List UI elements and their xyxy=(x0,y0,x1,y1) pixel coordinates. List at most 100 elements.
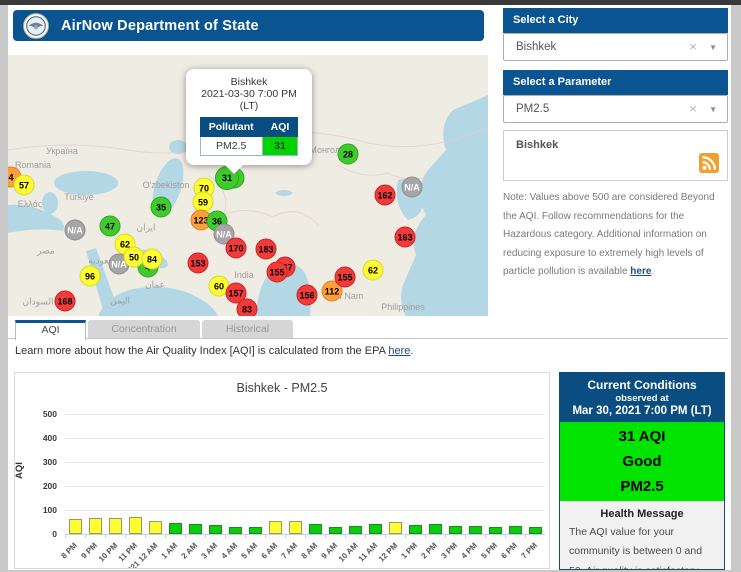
map-marker[interactable]: N/A xyxy=(65,220,86,241)
chart-bar[interactable] xyxy=(169,523,182,534)
map-marker[interactable]: 35 xyxy=(151,197,172,218)
learn-more-here-link[interactable]: here xyxy=(388,345,410,357)
note-here-link[interactable]: here xyxy=(630,266,651,277)
chart-bar[interactable] xyxy=(309,524,322,534)
x-tick-label: 5 PM xyxy=(480,541,500,561)
x-tick-label: 6 AM xyxy=(260,541,280,561)
chart-bar[interactable] xyxy=(469,526,482,534)
chart-bar[interactable] xyxy=(269,521,282,534)
map-marker[interactable]: 155 xyxy=(267,262,288,283)
map-marker[interactable]: 163 xyxy=(395,227,416,248)
map-marker[interactable]: 170 xyxy=(226,238,247,259)
map-country-label: مصر xyxy=(37,246,55,257)
x-tick-mark xyxy=(345,534,346,538)
chart-bar[interactable] xyxy=(109,518,122,534)
chart-bar[interactable] xyxy=(409,525,422,534)
select-city-header: Select a City xyxy=(503,8,728,33)
chart-bar[interactable] xyxy=(509,526,522,534)
x-tick-label: 4 PM xyxy=(460,541,480,561)
chart-bar[interactable] xyxy=(369,524,382,534)
map-marker[interactable]: 28 xyxy=(338,144,359,165)
map-marker[interactable]: 183 xyxy=(256,239,277,260)
chart-bar[interactable] xyxy=(229,527,242,534)
health-message-title: Health Message xyxy=(560,508,724,520)
y-tick-label: 200 xyxy=(17,481,57,491)
x-tick-label: 3 PM xyxy=(440,541,460,561)
map-marker[interactable]: 162 xyxy=(375,185,396,206)
popup-arrow xyxy=(224,164,244,174)
chart-bar[interactable] xyxy=(129,517,142,534)
y-tick-label: 0 xyxy=(17,529,57,539)
y-tick-label: 400 xyxy=(17,433,57,443)
chart-bar[interactable] xyxy=(69,519,82,534)
city-dropdown-value: Bishkek xyxy=(516,41,556,53)
current-conditions-header: Current Conditions observed at Mar 30, 2… xyxy=(560,373,724,422)
x-tick-mark xyxy=(125,534,126,538)
aqi-map[interactable]: УкраїнаRomaniaΕλλάςTürkiyeO'zbekistonاير… xyxy=(8,55,488,316)
note-text-before: Note: Values above 500 are considered Be… xyxy=(503,192,715,277)
map-marker[interactable]: 47 xyxy=(100,216,121,237)
chevron-down-icon[interactable]: ▼ xyxy=(709,35,717,61)
chart-bar[interactable] xyxy=(209,525,222,534)
chart-bar[interactable] xyxy=(329,527,342,534)
select-parameter-header: Select a Parameter xyxy=(503,70,728,95)
tab-historical[interactable]: Historical xyxy=(202,320,293,339)
chart-bar[interactable] xyxy=(189,524,202,534)
aqi-value-box: 31 AQI Good PM2.5 xyxy=(560,422,724,501)
chart-bar[interactable] xyxy=(149,521,162,534)
map-marker[interactable]: 83 xyxy=(237,299,258,317)
chart-bar[interactable] xyxy=(89,518,102,534)
x-tick-label: 4 AM xyxy=(220,541,240,561)
learn-more-text: Learn more about how the Air Quality Ind… xyxy=(15,345,413,357)
chart-bar[interactable] xyxy=(349,526,362,534)
map-marker[interactable]: 62 xyxy=(363,260,384,281)
popup-aqi-value: 31 xyxy=(262,137,298,156)
x-tick-mark xyxy=(525,534,526,538)
gridline xyxy=(65,462,545,463)
map-marker[interactable]: 155 xyxy=(335,267,356,288)
aqi-pollutant-line: PM2.5 xyxy=(620,474,663,499)
map-country-label: عمان xyxy=(145,280,165,291)
city-dropdown[interactable]: Bishkek × ▼ xyxy=(503,33,728,61)
map-country-label: O'zbekiston xyxy=(143,180,190,190)
chart-bar[interactable] xyxy=(389,522,402,534)
map-marker[interactable]: 156 xyxy=(297,285,318,306)
x-tick-label: 1 AM xyxy=(160,541,180,561)
popup-city: Bishkek xyxy=(190,76,308,88)
chevron-down-icon[interactable]: ▼ xyxy=(709,97,717,123)
x-tick-mark xyxy=(405,534,406,538)
map-marker[interactable]: 57 xyxy=(14,175,35,196)
map-marker[interactable]: N/A xyxy=(402,177,423,198)
chart-bar[interactable] xyxy=(289,521,302,534)
x-tick-label: 5 AM xyxy=(240,541,260,561)
x-tick-mark xyxy=(365,534,366,538)
current-conditions-panel: Current Conditions observed at Mar 30, 2… xyxy=(559,372,725,570)
map-marker[interactable]: 96 xyxy=(80,266,101,287)
rss-icon[interactable] xyxy=(699,153,719,173)
note-text: Note: Values above 500 are considered Be… xyxy=(503,189,729,282)
current-conditions-title: Current Conditions xyxy=(560,378,724,392)
app-header: AirNow Department of State xyxy=(13,10,484,41)
map-marker[interactable]: 153 xyxy=(188,253,209,274)
popup-timezone: (LT) xyxy=(190,100,308,112)
map-marker[interactable]: 84 xyxy=(142,249,163,270)
popup-pollutant-value: PM2.5 xyxy=(200,137,262,156)
parameter-dropdown[interactable]: PM2.5 × ▼ xyxy=(503,95,728,123)
chart-bar[interactable] xyxy=(249,527,262,534)
x-tick-label: 2 AM xyxy=(180,541,200,561)
y-tick-label: 300 xyxy=(17,457,57,467)
x-tick-mark xyxy=(65,534,66,538)
map-marker[interactable]: 168 xyxy=(55,291,76,312)
chart-bar[interactable] xyxy=(489,527,502,534)
chart-bar[interactable] xyxy=(449,526,462,534)
clear-icon[interactable]: × xyxy=(689,96,697,122)
clear-icon[interactable]: × xyxy=(689,34,697,60)
observed-datetime: Mar 30, 2021 7:00 PM (LT) xyxy=(560,405,724,417)
y-tick-label: 500 xyxy=(17,409,57,419)
tab-concentration[interactable]: Concentration xyxy=(88,320,200,339)
chart-bar[interactable] xyxy=(429,524,442,534)
chart-bar[interactable] xyxy=(529,527,542,534)
x-tick-mark xyxy=(265,534,266,538)
x-tick-label: 7 PM xyxy=(520,541,540,561)
tab-aqi[interactable]: AQI xyxy=(15,320,86,340)
